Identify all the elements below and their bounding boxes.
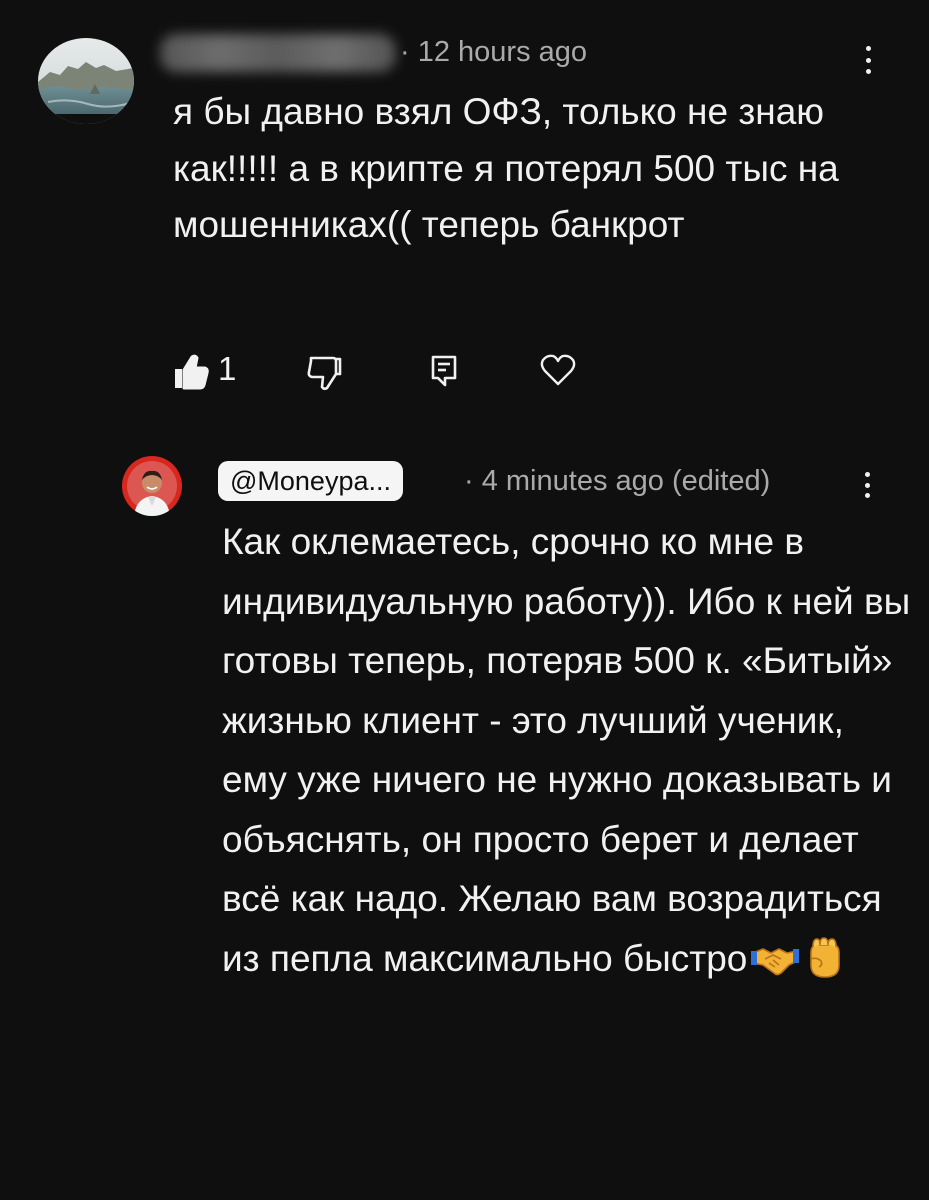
commenter-handle-blurred[interactable] xyxy=(160,34,396,72)
commenter-avatar[interactable] xyxy=(38,38,134,124)
comment-text: я бы давно взял ОФЗ, только не знаю как!… xyxy=(173,91,839,245)
like-count: 1 xyxy=(218,350,237,387)
thumbs-down-icon[interactable] xyxy=(305,354,343,392)
reply-icon[interactable] xyxy=(430,354,458,388)
reply-handle-chip[interactable]: @Moneypa... xyxy=(218,461,403,501)
raised-fist-emoji xyxy=(803,935,843,997)
reply-text: Как оклемаетесь, срочно ко мне в индивид… xyxy=(222,521,911,979)
more-vert-icon[interactable] xyxy=(862,472,872,498)
reply-timestamp: · 4 minutes ago (edited) xyxy=(464,465,771,497)
more-vert-icon[interactable] xyxy=(863,46,873,74)
heart-icon[interactable] xyxy=(539,353,577,387)
thumbs-up-icon[interactable] xyxy=(172,352,210,392)
reply-avatar[interactable] xyxy=(122,456,182,516)
handshake-emoji xyxy=(751,937,800,997)
reply-text-block: Как оклемаетесь, срочно ко мне в индивид… xyxy=(222,512,912,996)
comment-timestamp: · 12 hours ago xyxy=(400,36,588,68)
